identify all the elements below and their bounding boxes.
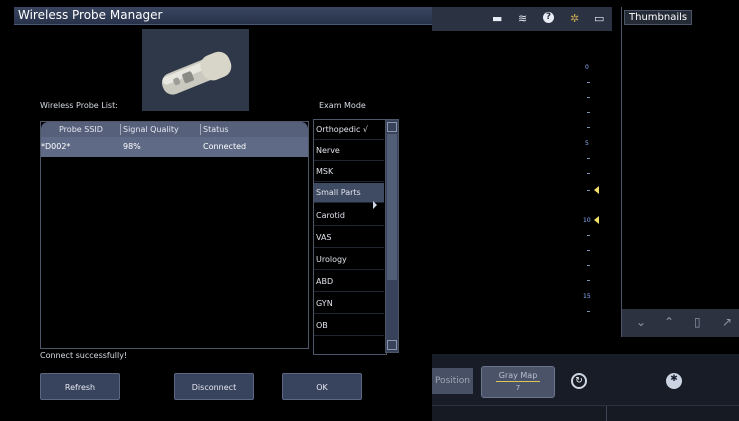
refresh-button[interactable]: Refresh xyxy=(40,373,120,400)
exam-mode-scrollbar[interactable] xyxy=(385,119,399,353)
probe-status: Connected xyxy=(203,142,247,151)
focus-marker xyxy=(594,216,599,224)
chevron-down-icon[interactable]: ⌄ xyxy=(636,315,646,329)
export-icon[interactable]: ↗ xyxy=(722,315,732,329)
gray-map-label: Gray Map xyxy=(498,371,538,380)
exam-mode-label: Exam Mode xyxy=(319,101,366,110)
gray-map-value: 7 xyxy=(515,384,521,392)
ok-button[interactable]: OK xyxy=(282,373,362,400)
exam-mode-item[interactable]: MSK xyxy=(314,162,384,182)
exam-mode-item[interactable]: Nerve xyxy=(314,141,384,161)
focus-marker xyxy=(594,186,599,194)
status-bar: ▬ ≋ ? ✲ ▭ xyxy=(432,7,612,31)
chevron-up-icon[interactable]: ⌃ xyxy=(664,315,674,329)
trash-icon[interactable]: ▯ xyxy=(694,315,701,329)
exam-mode-item[interactable]: VAS xyxy=(314,228,384,248)
depth-label: 10 xyxy=(583,217,591,224)
dialog-title-bar: Wireless Probe Manager xyxy=(14,7,432,25)
exam-mode-item[interactable]: GYN xyxy=(314,294,384,314)
wifi-icon: ≋ xyxy=(518,12,528,25)
exam-mode-item[interactable]: Urology xyxy=(314,250,384,270)
image-area xyxy=(432,31,620,364)
probe-image xyxy=(142,29,249,111)
table-header: Probe SSID Signal Quality Status xyxy=(41,122,308,137)
wireless-probe-dialog: Wireless Probe Manager Wireless Probe Li… xyxy=(14,7,432,420)
probe-ssid: *D002* xyxy=(41,142,71,151)
table-row[interactable]: *D002* 98% Connected xyxy=(41,137,308,157)
scroll-up-arrow[interactable] xyxy=(387,122,397,132)
battery-icon: ▬ xyxy=(492,12,503,25)
exam-mode-item[interactable]: Orthopedic √ xyxy=(314,120,384,140)
dialog-title: Wireless Probe Manager xyxy=(18,8,163,22)
gray-map-button[interactable]: Gray Map 7 xyxy=(481,366,555,398)
probe-list-table: Probe SSID Signal Quality Status *D002* … xyxy=(40,121,309,349)
status-message: Connect successfully! xyxy=(40,351,128,360)
settings-icon[interactable]: ✲ xyxy=(570,12,579,25)
column-header-ssid[interactable]: Probe SSID xyxy=(59,125,103,134)
exam-mode-item[interactable]: Carotid xyxy=(314,206,384,226)
thumbnails-title: Thumbnails xyxy=(624,10,693,25)
mouse-cursor xyxy=(373,201,377,209)
depth-label: 15 xyxy=(583,293,591,300)
depth-label: 0 xyxy=(585,64,589,71)
exam-mode-item[interactable]: ABD xyxy=(314,272,384,292)
disconnect-button[interactable]: Disconnect xyxy=(174,373,254,400)
gray-map-underline xyxy=(496,381,540,382)
position-button[interactable]: Position xyxy=(432,368,473,394)
snowflake-icon[interactable]: ✱ xyxy=(666,373,682,389)
scroll-down-arrow[interactable] xyxy=(387,340,397,350)
exam-mode-item[interactable]: OB xyxy=(314,316,384,336)
probe-signal: 98% xyxy=(123,142,141,151)
depth-label: 5 xyxy=(585,140,589,147)
control-bar: Position Gray Map 7 ↻ ✱ xyxy=(432,354,739,406)
bottom-strip xyxy=(432,405,739,421)
exam-mode-item[interactable]: Small Parts xyxy=(314,183,384,203)
column-header-signal[interactable]: Signal Quality xyxy=(123,125,179,134)
refresh-icon[interactable]: ↻ xyxy=(571,373,587,389)
monitor-icon[interactable]: ▭ xyxy=(594,12,604,25)
scrollbar-thumb[interactable] xyxy=(387,134,397,280)
help-icon[interactable]: ? xyxy=(543,12,554,23)
probe-list-label: Wireless Probe List: xyxy=(40,101,118,110)
thumbnails-panel: Thumbnails ⌄ ⌃ ▯ ↗ xyxy=(621,7,739,337)
thumbnails-toolbar: ⌄ ⌃ ▯ ↗ xyxy=(622,309,739,337)
column-header-status[interactable]: Status xyxy=(203,125,229,134)
exam-mode-list: Orthopedic √ Nerve MSK Small Parts Carot… xyxy=(313,119,387,355)
